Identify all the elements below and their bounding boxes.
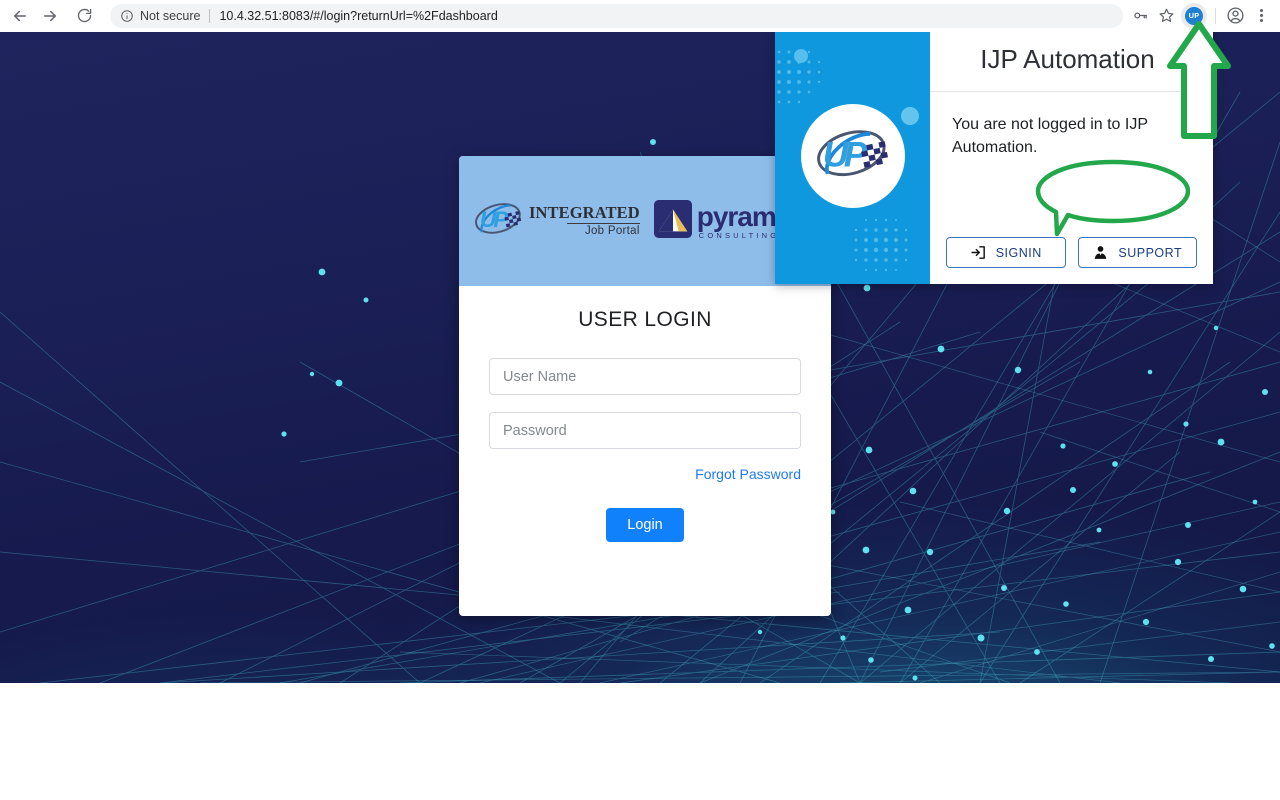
ijp-extension-button[interactable]: UP <box>1181 2 1207 29</box>
extension-popup-actions: SIGNIN SUPPORT <box>930 237 1213 284</box>
extension-popup-content: IJP Automation You are not logged in to … <box>930 28 1213 284</box>
star-icon[interactable] <box>1153 3 1179 29</box>
support-agent-icon <box>1092 244 1109 261</box>
halftone-dots-bottom-right <box>854 218 908 272</box>
ijp-extension-icon: UP <box>1185 6 1203 25</box>
extension-popup-brand-panel: U P <box>775 28 930 284</box>
accent-circle-large <box>901 107 919 125</box>
forgot-password-link[interactable]: Forgot Password <box>489 466 801 482</box>
signin-arrow-box-icon <box>970 244 987 261</box>
security-status-label: Not secure <box>140 8 201 23</box>
arrow-left-icon <box>11 7 29 25</box>
accent-circle-small <box>794 49 808 63</box>
back-button[interactable] <box>6 2 34 30</box>
support-button[interactable]: SUPPORT <box>1077 237 1197 268</box>
signin-button-label: SIGNIN <box>995 245 1042 260</box>
forward-button[interactable] <box>36 2 64 30</box>
reload-button[interactable] <box>70 2 98 30</box>
omnibox-divider <box>209 8 211 23</box>
page-title: USER LOGIN <box>578 308 712 331</box>
popup-logo: U P <box>800 104 905 208</box>
toolbar-divider <box>1215 7 1216 24</box>
ijp-brand-line2: Job Portal <box>584 225 640 237</box>
key-icon[interactable] <box>1127 3 1153 29</box>
three-dot-menu-icon[interactable] <box>1248 3 1274 29</box>
signin-button[interactable]: SIGNIN <box>946 237 1066 268</box>
address-bar[interactable]: Not secure 10.4.32.51:8083/#/login?retur… <box>110 3 1123 28</box>
ijp-brand-line1: INTEGRATED <box>529 202 640 222</box>
extension-popup-title: IJP Automation <box>930 28 1213 92</box>
up-racing-logo-icon: U P <box>811 123 895 190</box>
login-button[interactable]: Login <box>606 508 684 542</box>
login-form: USER LOGIN Forgot Password Login <box>459 286 831 542</box>
password-input[interactable] <box>489 412 801 449</box>
ijp-brand-rule <box>567 223 640 224</box>
reload-icon <box>76 7 93 24</box>
ijp-brand-text: INTEGRATED Job Portal <box>529 202 640 238</box>
browser-toolbar: Not secure 10.4.32.51:8083/#/login?retur… <box>0 0 1280 32</box>
extension-popup-message: You are not logged in to IJP Automation. <box>952 116 1148 156</box>
pyramid-triangle-icon <box>653 199 692 243</box>
extension-popup: U P IJP Automation You are not logged in… <box>775 28 1213 284</box>
profile-avatar-icon[interactable] <box>1222 3 1248 29</box>
up-racing-logo-icon: U P <box>471 198 527 245</box>
url-text[interactable]: 10.4.32.51:8083/#/login?returnUrl=%2Fdas… <box>219 9 497 23</box>
toolbar-actions: UP <box>1127 2 1280 29</box>
support-button-label: SUPPORT <box>1118 245 1183 260</box>
arrow-right-icon <box>41 7 59 25</box>
info-circle-icon[interactable] <box>120 9 134 23</box>
ijp-brand-lockup: U P INTEGRATED Job Portal <box>471 198 640 245</box>
username-input[interactable] <box>489 358 801 395</box>
